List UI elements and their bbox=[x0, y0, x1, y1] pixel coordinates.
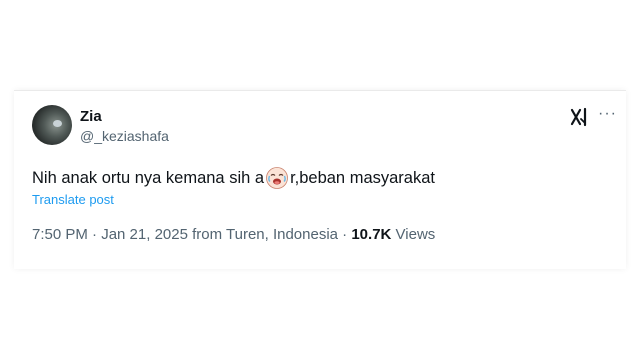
tweet-metadata: 7:50 PM · Jan 21, 2025 from Turen, Indon… bbox=[32, 226, 435, 243]
timestamp[interactable]: 7:50 PM · Jan 21, 2025 from Turen, Indon… bbox=[32, 226, 351, 243]
avatar[interactable] bbox=[32, 105, 72, 145]
translate-post-link[interactable]: Translate post bbox=[32, 192, 114, 207]
user-handle[interactable]: @_keziashafa bbox=[80, 128, 169, 144]
more-options-icon[interactable]: ··· bbox=[598, 106, 618, 126]
tweet-text: Nih anak ortu nya kemana sih a r,beban m… bbox=[32, 166, 435, 190]
display-name[interactable]: Zia bbox=[80, 108, 102, 125]
tweet-text-part: Nih anak ortu nya kemana sih a bbox=[32, 168, 265, 187]
tweet-text-part: r,beban masyarakat bbox=[290, 168, 435, 187]
views-count: 10.7K bbox=[351, 226, 392, 243]
grok-icon[interactable] bbox=[570, 107, 590, 127]
crying-laughing-face-emoji-icon bbox=[266, 167, 288, 189]
views-label: Views bbox=[391, 226, 436, 243]
tweet-card: Zia @_keziashafa ··· Nih anak ortu nya k… bbox=[14, 90, 626, 269]
